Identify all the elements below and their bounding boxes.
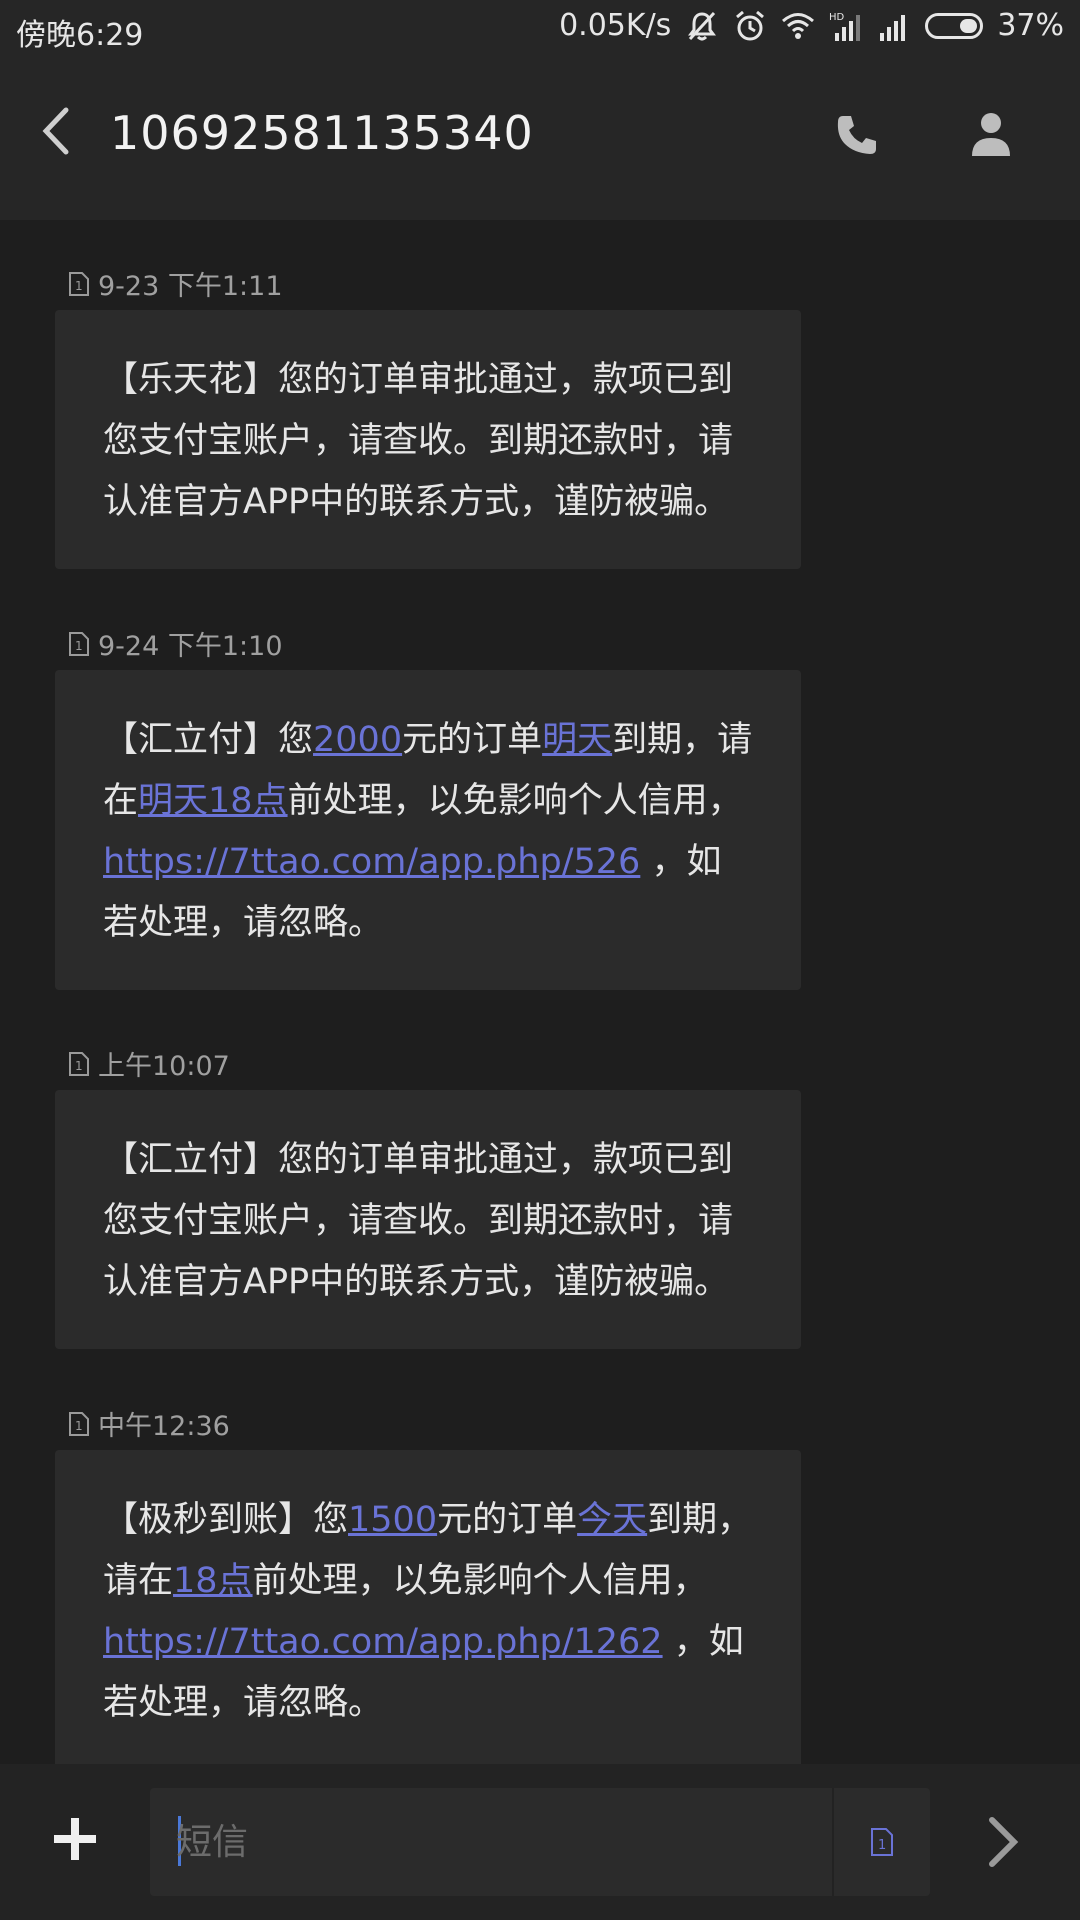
phone-icon[interactable] bbox=[834, 112, 880, 158]
alarm-icon bbox=[733, 9, 767, 43]
svg-text:1: 1 bbox=[75, 639, 83, 653]
message-input[interactable] bbox=[176, 1808, 816, 1876]
message-input-box[interactable]: 1 bbox=[150, 1788, 930, 1896]
wifi-icon bbox=[781, 9, 815, 43]
signal-icon bbox=[877, 9, 911, 43]
svg-text:HD: HD bbox=[829, 12, 845, 23]
network-speed: 0.05K/s bbox=[559, 8, 672, 43]
message-link[interactable]: 明天18点 bbox=[138, 781, 288, 821]
sim-card-icon: 1 bbox=[68, 1051, 90, 1077]
sim-select-button[interactable]: 1 bbox=[832, 1788, 930, 1896]
message-text: 前处理，以免影响个人信用， bbox=[252, 1561, 708, 1601]
conversation-title: 10692581135340 bbox=[110, 106, 534, 160]
composer-bar: 1 bbox=[0, 1764, 1080, 1920]
message-bubble[interactable]: 【极秒到账】您1500元的订单今天到期，请在18点前处理，以免影响个人信用，ht… bbox=[55, 1450, 801, 1764]
message-link[interactable]: 1500 bbox=[348, 1500, 437, 1540]
message-bubble[interactable]: 【汇立付】您的订单审批通过，款项已到您支付宝账户，请查收。到期还款时，请认准官方… bbox=[55, 1090, 801, 1349]
svg-text:1: 1 bbox=[75, 1059, 83, 1073]
message-bubble[interactable]: 【汇立付】您2000元的订单明天到期，请在明天18点前处理，以免影响个人信用，h… bbox=[55, 670, 801, 990]
plus-icon[interactable] bbox=[52, 1816, 98, 1862]
conversation-header: 10692581135340 bbox=[0, 56, 1080, 220]
battery-icon bbox=[925, 12, 984, 39]
svg-text:1: 1 bbox=[75, 1419, 83, 1433]
sim-card-icon: 1 bbox=[68, 631, 90, 657]
send-arrow-icon[interactable] bbox=[986, 1816, 1020, 1868]
hd-signal-icon: HD bbox=[829, 9, 863, 43]
contact-icon[interactable] bbox=[968, 110, 1014, 158]
message-timestamp: 1 9-24 下午1:10 bbox=[68, 624, 283, 663]
message-bubble[interactable]: 【乐天花】您的订单审批通过，款项已到您支付宝账户，请查收。到期还款时，请认准官方… bbox=[55, 310, 801, 569]
svg-text:1: 1 bbox=[878, 1838, 886, 1853]
status-bar: 傍晚6:29 0.05K/s HD 37% bbox=[0, 0, 1080, 56]
message-text: 元的订单 bbox=[402, 720, 543, 760]
mute-icon bbox=[685, 9, 719, 43]
message-timestamp: 1 上午10:07 bbox=[68, 1044, 230, 1083]
status-icons: 0.05K/s HD 37% bbox=[559, 8, 1064, 43]
battery-percent: 37% bbox=[997, 8, 1064, 43]
message-link[interactable]: 2000 bbox=[313, 720, 402, 760]
message-link[interactable]: https://7ttao.com/app.php/1262 bbox=[103, 1622, 663, 1662]
message-timestamp: 1 9-23 下午1:11 bbox=[68, 264, 283, 303]
sim-card-icon: 1 bbox=[68, 271, 90, 297]
status-time: 傍晚6:29 bbox=[16, 18, 144, 53]
message-text: 【汇立付】您 bbox=[103, 720, 314, 760]
message-text: 【乐天花】您的订单审批通过，款项已到您支付宝账户，请查收。到期还款时，请认准官方… bbox=[103, 360, 734, 522]
back-arrow-icon[interactable] bbox=[34, 104, 78, 158]
message-text: 元的订单 bbox=[437, 1500, 578, 1540]
message-link[interactable]: 今天 bbox=[577, 1500, 647, 1540]
message-link[interactable]: 明天 bbox=[542, 720, 612, 760]
message-text: 前处理，以免影响个人信用， bbox=[287, 781, 743, 821]
message-link[interactable]: https://7ttao.com/app.php/526 bbox=[103, 842, 640, 882]
message-list[interactable]: 1 9-23 下午1:11 【乐天花】您的订单审批通过，款项已到您支付宝账户，请… bbox=[0, 220, 1080, 1764]
message-timestamp: 1 中午12:36 bbox=[68, 1404, 230, 1443]
sim-card-icon: 1 bbox=[68, 1411, 90, 1437]
message-text: 【极秒到账】您 bbox=[103, 1500, 349, 1540]
message-text: 【汇立付】您的订单审批通过，款项已到您支付宝账户，请查收。到期还款时，请认准官方… bbox=[103, 1140, 734, 1302]
svg-text:1: 1 bbox=[75, 279, 83, 293]
message-link[interactable]: 18点 bbox=[173, 1561, 253, 1601]
sim-card-icon: 1 bbox=[871, 1828, 893, 1856]
